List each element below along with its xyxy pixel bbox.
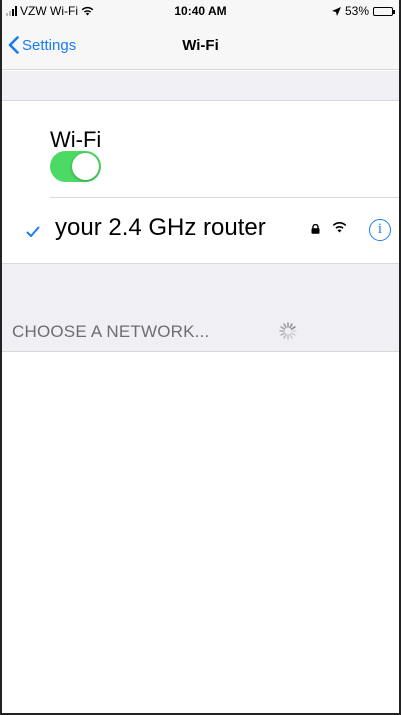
spinner-spoke (290, 332, 296, 336)
battery-percent: 53% (344, 4, 369, 18)
wifi-toggle-row: Wi-Fi (2, 102, 399, 197)
battery-icon (373, 6, 395, 16)
spinner-spoke (283, 333, 287, 339)
wifi-signal-icon (332, 222, 347, 233)
spinner-spoke (280, 326, 286, 330)
spinner-spoke (290, 326, 296, 330)
status-right: 53% (331, 4, 395, 18)
checkmark-icon (26, 226, 40, 237)
network-name: your 2.4 GHz router (55, 214, 266, 241)
section-header: CHOOSE A NETWORK... (12, 322, 210, 341)
lock-icon (311, 224, 320, 234)
group-spacer (2, 71, 399, 101)
info-button[interactable]: i (369, 219, 391, 241)
spinner-spoke (289, 333, 293, 339)
connected-network-row[interactable]: your 2.4 GHz router i (2, 198, 399, 263)
toggle-knob (72, 153, 99, 180)
navigation-bar: Settings Wi-Fi (2, 22, 399, 70)
spinner-spoke (289, 323, 293, 329)
spinner-spoke (280, 332, 286, 336)
wifi-label: Wi-Fi (50, 127, 102, 152)
page-title: Wi-Fi (182, 37, 219, 54)
loading-spinner-icon (279, 322, 297, 340)
wifi-toggle[interactable] (50, 151, 101, 182)
status-bar: VZW Wi-Fi 10:40 AM 53% (2, 0, 399, 22)
spinner-spoke (283, 323, 287, 329)
phone-screen: VZW Wi-Fi 10:40 AM 53% Settings Wi-Fi Wi… (0, 0, 401, 715)
location-arrow-icon (331, 6, 341, 16)
